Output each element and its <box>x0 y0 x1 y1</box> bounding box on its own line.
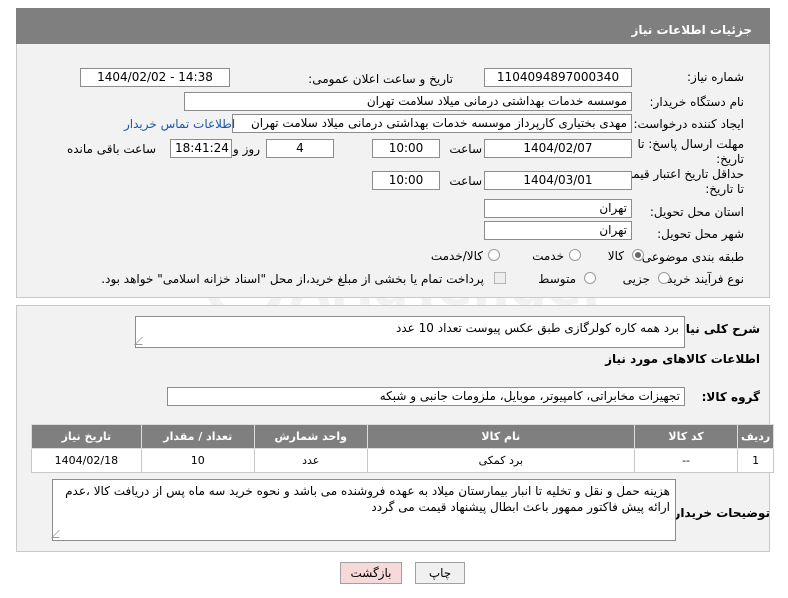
treasury-payment-note: پرداخت تمام یا بخشی از مبلغ خرید،از محل … <box>101 272 484 286</box>
reply-deadline-label-2: تاریخ: <box>716 152 744 166</box>
price-validity-label-1: حداقل تاریخ اعتبار قیمت: <box>617 167 744 181</box>
goods-group-label: گروه کالا: <box>701 390 760 404</box>
reply-deadline-label-1: مهلت ارسال پاسخ: تا <box>637 137 744 151</box>
creator-label: ایجاد کننده درخواست: <box>633 117 744 131</box>
category-option-service: خدمت <box>532 249 564 263</box>
category-radio-goods-service[interactable] <box>488 249 500 261</box>
description-textarea[interactable]: برد همه کاره کولرگازی طبق عکس پیوست تعدا… <box>134 316 685 348</box>
category-label: طبقه بندی موضوعی: <box>637 250 744 264</box>
goods-section-title: اطلاعات کالاهای مورد نیاز <box>605 352 760 366</box>
price-time-label: ساعت <box>449 174 482 188</box>
resize-grip-icon[interactable] <box>134 337 150 345</box>
process-option-minor: جزیی <box>622 272 650 286</box>
print-button[interactable]: چاپ <box>415 562 465 584</box>
reply-date-field[interactable]: 1404/02/07 <box>484 139 632 158</box>
cell-name: برد کمکی <box>366 448 635 473</box>
cell-code: -- <box>633 448 739 473</box>
buyer-notes-textarea[interactable]: هزینه حمل و نقل و تخلیه تا انبار بیمارست… <box>51 479 676 541</box>
buyer-org-field[interactable]: موسسه خدمات بهداشتی درمانی میلاد سلامت ت… <box>184 92 632 111</box>
goods-table: ردیف کد کالا نام کالا واحد شمارش تعداد /… <box>31 424 774 473</box>
province-label: استان محل تحویل: <box>649 205 744 219</box>
process-radio-medium[interactable] <box>584 272 596 284</box>
table-row: 1 -- برد کمکی عدد 10 1404/02/18 <box>31 448 774 473</box>
col-name: نام کالا <box>366 424 635 449</box>
price-time-field[interactable]: 10:00 <box>372 171 440 190</box>
remaining-time-field[interactable]: 18:41:24 <box>170 139 232 158</box>
creator-field[interactable]: مهدی بختیاری کارپرداز موسسه خدمات بهداشت… <box>232 114 632 133</box>
reply-time-field[interactable]: 10:00 <box>372 139 440 158</box>
need-number-label: شماره نیاز: <box>687 70 744 84</box>
buyer-notes-label: توضیحات خریدار: <box>668 506 770 520</box>
process-type-label: نوع فرآیند خرید : <box>659 272 744 286</box>
panel-title: جزئیات اطلاعات نیاز <box>16 8 770 44</box>
description-text: برد همه کاره کولرگازی طبق عکس پیوست تعدا… <box>396 321 679 335</box>
buyer-org-label: نام دستگاه خریدار: <box>649 95 745 109</box>
description-label: شرح کلی نیاز: <box>674 322 760 336</box>
need-number-field[interactable]: 1104094897000340 <box>484 68 632 87</box>
cell-quantity: 10 <box>140 448 255 473</box>
resize-grip-icon[interactable] <box>51 530 67 538</box>
days-label: روز و <box>233 142 260 156</box>
category-option-goods: کالا <box>607 249 624 263</box>
col-need-date: تاریخ نیاز <box>31 424 142 449</box>
col-quantity: تعداد / مقدار <box>140 424 255 449</box>
category-option-goods-service: کالا/خدمت <box>430 249 483 263</box>
back-button[interactable]: بازگشت <box>340 562 402 584</box>
remaining-time-label: ساعت باقی مانده <box>66 142 156 156</box>
buyer-contact-link[interactable]: اطلاعات تماس خریدار <box>124 117 235 131</box>
treasury-payment-checkbox[interactable] <box>494 272 506 284</box>
city-field[interactable]: تهران <box>484 221 632 240</box>
price-date-field[interactable]: 1404/03/01 <box>484 171 632 190</box>
process-radio-minor[interactable] <box>658 272 670 284</box>
col-row: ردیف <box>737 424 774 449</box>
announce-datetime-field[interactable]: 1404/02/02 - 14:38 <box>80 68 230 87</box>
announce-label: تاریخ و ساعت اعلان عمومی: <box>308 72 453 86</box>
reply-time-label: ساعت <box>449 142 482 156</box>
goods-group-field[interactable]: تجهیزات مخابراتی، کامپیوتر، موبایل، ملزو… <box>167 387 685 406</box>
process-option-medium: متوسط <box>538 272 576 286</box>
price-validity-label-2: تا تاریخ: <box>705 182 744 196</box>
cell-row: 1 <box>737 448 774 473</box>
city-label: شهر محل تحویل: <box>657 227 744 241</box>
category-radio-goods[interactable] <box>632 249 644 261</box>
category-radio-service[interactable] <box>569 249 581 261</box>
col-code: کد کالا <box>633 424 739 449</box>
cell-need-date: 1404/02/18 <box>31 448 142 473</box>
province-field[interactable]: تهران <box>484 199 632 218</box>
cell-unit: عدد <box>253 448 368 473</box>
buyer-notes-text: هزینه حمل و نقل و تخلیه تا انبار بیمارست… <box>65 484 670 514</box>
col-unit: واحد شمارش <box>253 424 368 449</box>
days-remaining-field[interactable]: 4 <box>266 139 334 158</box>
goods-table-header: ردیف کد کالا نام کالا واحد شمارش تعداد /… <box>31 424 774 449</box>
